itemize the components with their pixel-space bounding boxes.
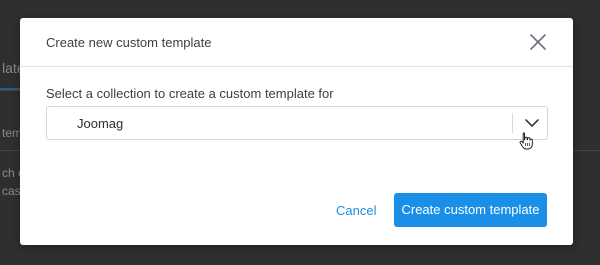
background-text-fragment: tem — [2, 126, 23, 140]
create-custom-template-button[interactable]: Create custom template — [394, 193, 547, 227]
background-divider — [573, 150, 600, 151]
select-divider — [512, 113, 513, 133]
collection-select[interactable]: Joomag — [46, 106, 548, 140]
create-template-modal: Create new custom template Select a coll… — [20, 18, 573, 245]
modal-title: Create new custom template — [46, 35, 212, 50]
collection-field-label: Select a collection to create a custom t… — [46, 86, 334, 101]
close-button[interactable] — [526, 30, 550, 54]
modal-header: Create new custom template — [20, 18, 573, 67]
background-tab-indicator — [0, 88, 20, 90]
cancel-button[interactable]: Cancel — [336, 203, 376, 218]
background-divider — [0, 90, 20, 91]
chevron-down-icon[interactable] — [522, 113, 542, 133]
background-text-fragment: cas — [2, 184, 21, 198]
collection-select-value: Joomag — [77, 116, 124, 131]
hand-pointer-icon — [519, 132, 533, 150]
background-divider — [0, 150, 20, 151]
close-icon — [530, 34, 546, 50]
